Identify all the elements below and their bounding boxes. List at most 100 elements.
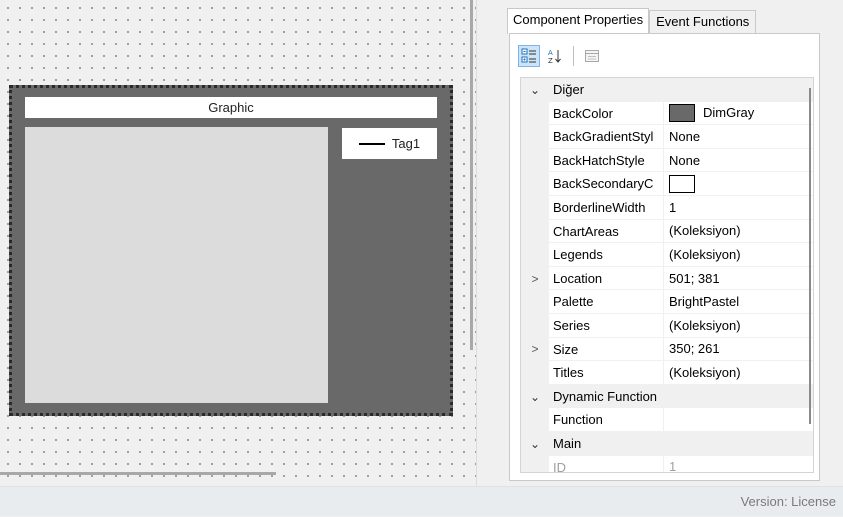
svg-text:Z: Z [548, 57, 553, 64]
property-value-text: (Koleksiyon) [669, 246, 741, 262]
tab-event-functions[interactable]: Event Functions [649, 10, 757, 34]
property-row[interactable]: BorderlineWidth 1 [521, 195, 813, 220]
property-row[interactable]: BackSecondaryC [521, 172, 813, 196]
property-value-text: (Koleksiyon) [669, 364, 741, 380]
property-row[interactable]: Legends (Koleksiyon) [521, 243, 813, 267]
property-pages-icon [585, 50, 599, 62]
panel-tabs: Component Properties Event Functions [507, 8, 757, 35]
property-name: BorderlineWidth [549, 196, 663, 220]
property-row[interactable]: Palette BrightPastel [521, 290, 813, 314]
property-name: Location [549, 267, 663, 291]
svg-text:A: A [548, 49, 553, 57]
property-name: BackColor [549, 102, 663, 126]
property-category-row[interactable]: ⌄ Dynamic Function [521, 384, 813, 409]
properties-panel: Component Properties Event Functions A Z… [477, 0, 843, 486]
property-row[interactable]: > Size 350; 261 [521, 337, 813, 362]
property-value-text: 350; 261 [669, 341, 720, 357]
property-row[interactable]: > Location 501; 381 [521, 266, 813, 291]
row-gutter [521, 219, 549, 244]
categorized-icon [521, 48, 536, 63]
legend-line-marker [358, 142, 385, 145]
expand-chevron-icon[interactable]: > [521, 337, 549, 362]
property-value-text: 1 [669, 199, 677, 215]
expand-chevron-icon[interactable]: > [521, 266, 549, 291]
status-version-text: Version: License [740, 494, 836, 509]
property-value-text: (Koleksiyon) [669, 317, 741, 333]
property-value-text: (Koleksiyon) [669, 223, 741, 239]
property-grid-scrollbar[interactable] [809, 88, 811, 424]
tab-component-properties[interactable]: Component Properties [507, 8, 650, 35]
property-value-text: None [669, 152, 701, 168]
row-gutter [521, 455, 549, 472]
property-value[interactable]: None [663, 125, 813, 149]
row-gutter [521, 313, 549, 338]
property-value[interactable]: None [663, 148, 813, 173]
property-name: Palette [549, 290, 663, 314]
row-gutter [521, 243, 549, 267]
property-pages-button[interactable] [581, 45, 603, 67]
horizontal-scrollbar[interactable] [0, 472, 276, 475]
property-row[interactable]: Series (Koleksiyon) [521, 313, 813, 338]
vertical-scrollbar[interactable] [470, 0, 473, 350]
property-name: ChartAreas [549, 220, 663, 244]
property-value[interactable]: 1 [663, 195, 813, 220]
property-name: Series [549, 314, 663, 338]
property-value[interactable]: 501; 381 [663, 266, 813, 291]
property-name: Legends [549, 243, 663, 267]
property-value[interactable]: (Koleksiyon) [663, 313, 813, 338]
property-row[interactable]: Titles (Koleksiyon) [521, 361, 813, 385]
property-value-text: None [669, 128, 701, 144]
row-gutter [521, 148, 549, 173]
row-gutter [521, 195, 549, 220]
color-swatch [669, 174, 695, 193]
row-gutter [521, 125, 549, 149]
property-value[interactable] [663, 408, 813, 432]
legend-label: Tag1 [391, 136, 421, 151]
property-name: BackHatchStyle [549, 149, 663, 173]
chart-plot-area [25, 127, 328, 403]
property-row[interactable]: BackGradientStyl None [521, 125, 813, 149]
categorized-button[interactable] [518, 45, 540, 67]
sort-az-icon: A Z [548, 49, 561, 64]
property-grid[interactable]: ⌄ Diğer BackColor DimGray BackGradientStyl No… [520, 77, 814, 473]
chart-control[interactable]: Graphic Tag1 [9, 85, 453, 416]
row-gutter [521, 172, 549, 196]
collapse-chevron-icon[interactable]: ⌄ [521, 78, 549, 102]
property-value-text: DimGray [703, 105, 755, 121]
property-grid-toolbar: A Z [518, 44, 603, 68]
property-name: Size [549, 338, 663, 362]
category-label: Main [553, 435, 582, 451]
property-name: BackGradientStyl [549, 125, 663, 149]
property-row[interactable]: ID 1 [521, 455, 813, 473]
tab-body: A Z ⌄ Diğer BackColor DimGray BackGradientSt… [509, 33, 820, 481]
row-gutter [521, 408, 549, 432]
alphabetical-button[interactable]: A Z [544, 45, 566, 67]
collapse-chevron-icon[interactable]: ⌄ [521, 431, 549, 456]
property-name: Function [549, 408, 663, 432]
property-value[interactable]: 1 [663, 455, 813, 472]
property-value[interactable]: BrightPastel [663, 290, 813, 314]
property-name: ID [549, 456, 663, 473]
toolbar-separator [573, 46, 574, 66]
property-value[interactable]: (Koleksiyon) [663, 219, 813, 244]
property-category-row[interactable]: ⌄ Main [521, 431, 813, 456]
collapse-chevron-icon[interactable]: ⌄ [521, 384, 549, 409]
property-row[interactable]: BackHatchStyle None [521, 148, 813, 173]
property-value[interactable]: DimGray [663, 101, 813, 126]
property-value[interactable]: (Koleksiyon) [663, 361, 813, 385]
property-row[interactable]: Function [521, 408, 813, 432]
property-category-row[interactable]: ⌄ Diğer [521, 78, 813, 102]
property-value[interactable]: (Koleksiyon) [663, 243, 813, 267]
row-gutter [521, 101, 549, 126]
property-row[interactable]: ChartAreas (Koleksiyon) [521, 219, 813, 244]
property-value[interactable]: 350; 261 [663, 337, 813, 362]
designer-canvas[interactable]: Graphic Tag1 [0, 0, 476, 486]
chart-legend: Tag1 [342, 128, 437, 159]
category-label: Dynamic Function [553, 388, 658, 404]
property-value[interactable] [663, 172, 813, 196]
property-row[interactable]: BackColor DimGray [521, 101, 813, 126]
property-value-text: 501; 381 [669, 270, 720, 286]
color-swatch [669, 103, 695, 122]
property-name: Titles [549, 361, 663, 385]
row-gutter [521, 361, 549, 385]
